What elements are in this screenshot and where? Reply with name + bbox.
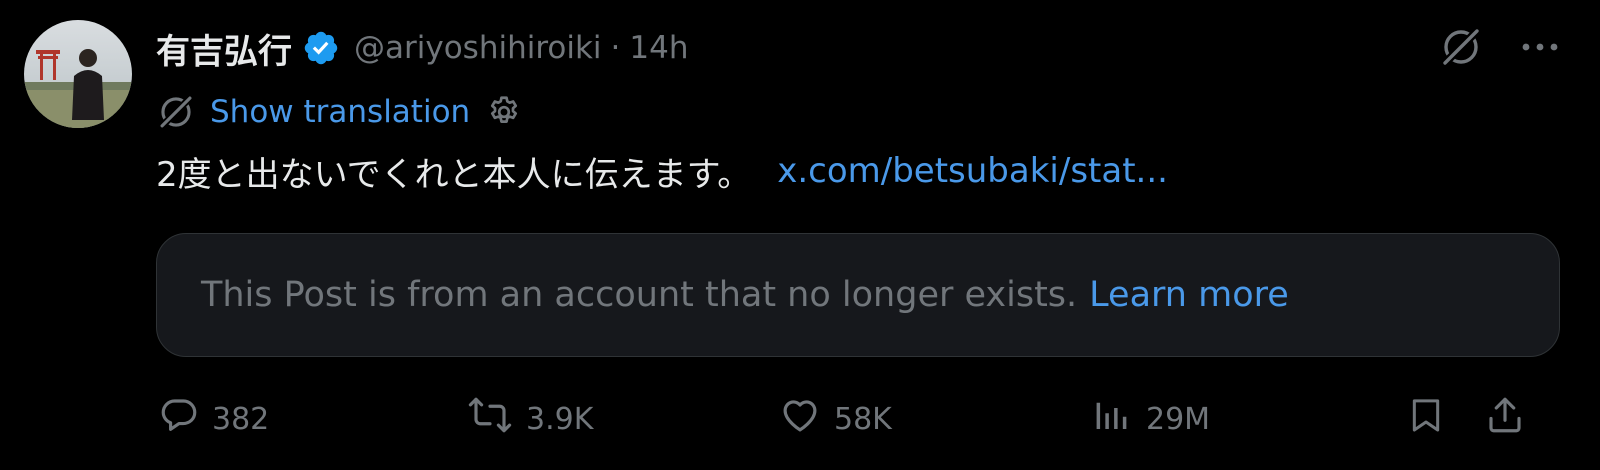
tweet-header: 有吉弘行 @ariyoshihiroiki · 14h xyxy=(156,22,689,74)
action-bar: 382 3.9K 58K 29M xyxy=(0,392,1600,446)
view-count: 29M xyxy=(1146,401,1211,437)
separator-dot: · xyxy=(610,30,621,66)
heart-icon xyxy=(778,394,822,444)
bookmark-icon xyxy=(1406,393,1446,445)
analytics-icon xyxy=(1090,394,1134,444)
gear-icon[interactable] xyxy=(486,94,522,130)
learn-more-link[interactable]: Learn more xyxy=(1089,275,1289,315)
tweet-link[interactable]: x.com/betsubaki/stat... xyxy=(777,151,1168,191)
like-count: 58K xyxy=(834,401,892,437)
like-button[interactable]: 58K xyxy=(778,392,892,446)
unavailable-quote-card: This Post is from an account that no lon… xyxy=(156,233,1560,357)
grok-icon[interactable] xyxy=(156,92,196,132)
bookmark-button[interactable] xyxy=(1406,392,1446,446)
show-translation-link[interactable]: Show translation xyxy=(210,94,470,130)
reply-count: 382 xyxy=(212,401,270,437)
translation-row: Show translation xyxy=(156,90,522,134)
tweet-top-controls xyxy=(1438,24,1560,70)
views-button[interactable]: 29M xyxy=(1090,392,1210,446)
handle[interactable]: @ariyoshihiroiki xyxy=(354,30,602,66)
share-button[interactable] xyxy=(1484,392,1526,446)
repost-count: 3.9K xyxy=(526,401,594,437)
tweet-body: 2度と出ないでくれと本人に伝えます。 xyxy=(156,154,752,195)
unavailable-notice-text: This Post is from an account that no lon… xyxy=(201,275,1078,315)
timestamp[interactable]: 14h xyxy=(629,30,688,66)
reply-icon xyxy=(158,394,200,444)
repost-button[interactable]: 3.9K xyxy=(466,392,593,446)
grok-icon[interactable] xyxy=(1438,24,1484,70)
reply-button[interactable]: 382 xyxy=(158,392,269,446)
tweet-text: 2度と出ないでくれと本人に伝えます。 x.com/betsubaki/stat.… xyxy=(156,146,1168,196)
share-icon xyxy=(1484,393,1526,445)
repost-icon xyxy=(466,394,514,444)
verified-badge-icon[interactable] xyxy=(302,29,340,67)
avatar[interactable] xyxy=(24,20,132,128)
tweet[interactable]: 有吉弘行 @ariyoshihiroiki · 14h Show transla… xyxy=(0,0,1600,470)
display-name[interactable]: 有吉弘行 xyxy=(156,24,292,73)
more-icon[interactable] xyxy=(1520,41,1560,53)
